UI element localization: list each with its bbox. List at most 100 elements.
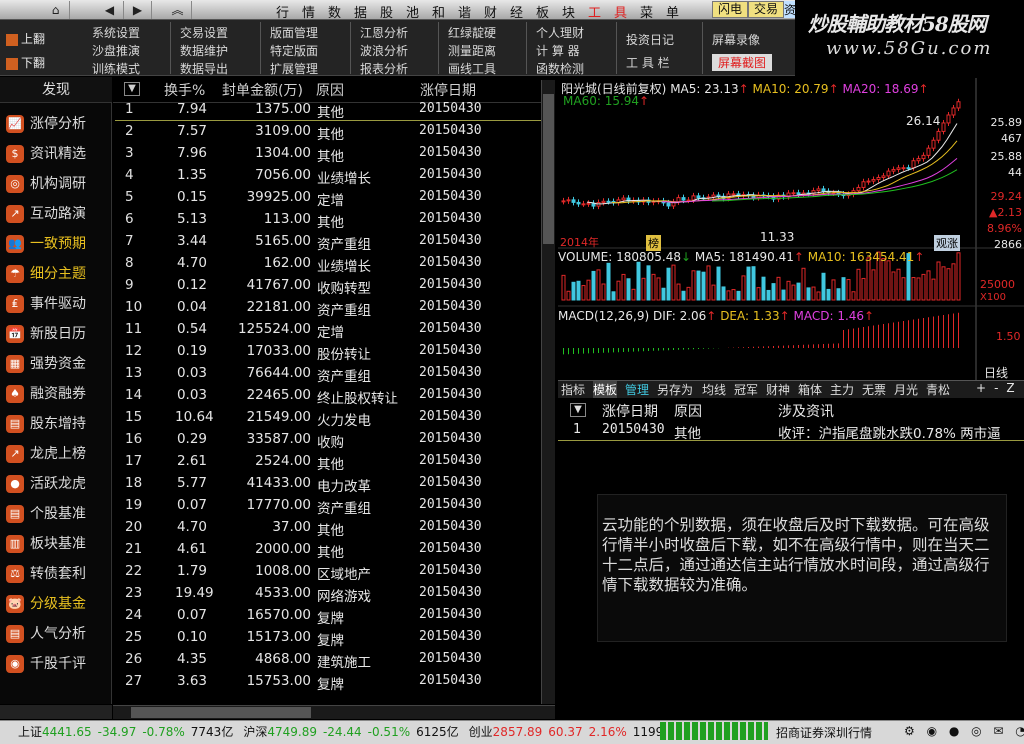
table-row[interactable]: 25 0.10 15173.00 复牌 20150430 xyxy=(115,627,541,649)
zoom-controls[interactable]: +-Z xyxy=(976,381,1023,395)
toolbar-col6-item-2[interactable]: 函数检测 xyxy=(536,60,584,77)
sidebar-item-line-chart[interactable]: ↗ 互动路演 xyxy=(6,200,110,228)
toolbar-col4-item-1[interactable]: 波浪分析 xyxy=(360,42,408,59)
toolbar-col1-item-1[interactable]: 沙盘推演 xyxy=(92,42,140,59)
toolbar-col5-item-1[interactable]: 测量距离 xyxy=(448,42,496,59)
sidebar-item-umbrella[interactable]: ☂ 细分主题 xyxy=(6,260,110,288)
table-row[interactable]: 16 0.29 33587.00 收购 20150430 xyxy=(115,429,541,451)
toolbar-col6-item-0[interactable]: 个人理财 xyxy=(536,24,584,41)
sidebar-item-folder[interactable]: ▤ 个股基准 xyxy=(6,500,110,528)
menu-char-12[interactable]: 工 xyxy=(588,2,602,21)
toolbar-col1-item-0[interactable]: 系统设置 xyxy=(92,24,140,41)
menu-char-10[interactable]: 板 xyxy=(536,2,550,21)
toolbar-col5-item-0[interactable]: 红绿靛硬 xyxy=(448,24,496,41)
sidebar-scrollbar[interactable] xyxy=(0,705,112,719)
sidebar-item-scale[interactable]: ⚖ 转债套利 xyxy=(6,560,110,588)
sort-toggle[interactable]: ▼ xyxy=(124,82,140,96)
sub-col-news[interactable]: 涉及资讯 xyxy=(778,401,834,421)
table-row[interactable]: 3 7.96 1304.00 其他 20150430 xyxy=(115,143,541,165)
collapse-icon[interactable]: ︽ xyxy=(164,1,192,19)
zoom-out-button[interactable]: - xyxy=(994,381,1006,395)
table-row[interactable]: 13 0.03 76644.00 资产重组 20150430 xyxy=(115,363,541,385)
sub-col-reason[interactable]: 原因 xyxy=(674,401,702,421)
sidebar-item-bag[interactable]: ₤ 事件驱动 xyxy=(6,290,110,318)
flash-button[interactable]: 闪电 xyxy=(712,1,748,18)
menu-char-13[interactable]: 具 xyxy=(614,2,628,21)
sidebar-header[interactable]: 发现 xyxy=(0,77,112,103)
table-row[interactable]: 6 5.13 113.00 其他 20150430 xyxy=(115,209,541,231)
chart-tab-2[interactable]: 管理 xyxy=(625,381,649,398)
page-up-button[interactable]: 上翻 xyxy=(6,30,45,47)
table-row[interactable]: 19 0.07 17770.00 资产重组 20150430 xyxy=(115,495,541,517)
sidebar-item-book[interactable]: ▤ 人气分析 xyxy=(6,620,110,648)
period-label[interactable]: 日线 xyxy=(984,364,1008,381)
table-row[interactable]: 24 0.07 16570.00 复牌 20150430 xyxy=(115,605,541,627)
tag-bang[interactable]: 榜 xyxy=(646,235,661,251)
page-down-button[interactable]: 下翻 xyxy=(6,54,45,71)
menu-char-9[interactable]: 经 xyxy=(510,2,524,21)
chart-tab-10[interactable]: 月光 xyxy=(894,381,918,398)
toolbar-col2-item-1[interactable]: 数据维护 xyxy=(180,42,228,59)
chart-tab-4[interactable]: 均线 xyxy=(702,381,726,398)
table-vertical-scrollbar[interactable] xyxy=(541,80,555,704)
menu-char-5[interactable]: 池 xyxy=(406,2,420,21)
sidebar-item-people[interactable]: 👥 一致预期 xyxy=(6,230,110,258)
table-row[interactable]: 11 0.54 125524.00 定增 20150430 xyxy=(115,319,541,341)
sidebar-item-handshake[interactable]: ♠ 融资融券 xyxy=(6,380,110,408)
toolbar-col3-item-2[interactable]: 扩展管理 xyxy=(270,60,318,77)
table-row[interactable]: 2 7.57 3109.00 其他 20150430 xyxy=(115,121,541,143)
sub-row-news[interactable]: 收评：沪指尾盘跳水跌0.78% 两市逼 xyxy=(778,422,1024,442)
table-row[interactable]: 23 19.49 4533.00 网络游戏 20150430 xyxy=(115,583,541,605)
chart-tab-0[interactable]: 指标 xyxy=(561,381,585,398)
toolbar-col6-item-1[interactable]: 计 算 器 xyxy=(536,42,580,59)
menu-char-8[interactable]: 财 xyxy=(484,2,498,21)
zoom-in-button[interactable]: + xyxy=(976,381,994,395)
toolbar-col1-item-2[interactable]: 训练模式 xyxy=(92,60,140,77)
toolbar-col3-item-1[interactable]: 特定版面 xyxy=(270,42,318,59)
tag-guanzhang[interactable]: 观涨 xyxy=(934,235,960,251)
toolbar-col7-item-0[interactable]: 投资日记 xyxy=(626,31,674,48)
toolbar-col3-item-0[interactable]: 版面管理 xyxy=(270,24,318,41)
chart-tab-5[interactable]: 冠军 xyxy=(734,381,758,398)
sidebar-item-blocks[interactable]: ▥ 板块基准 xyxy=(6,530,110,558)
menu-char-0[interactable]: 行 xyxy=(276,2,290,21)
toolbar-col4-item-2[interactable]: 报表分析 xyxy=(360,60,408,77)
chart-tab-7[interactable]: 箱体 xyxy=(798,381,822,398)
toolbar-col7-item-1[interactable]: 工 具 栏 xyxy=(626,54,670,71)
back-icon[interactable]: ◀ xyxy=(96,1,124,19)
toolbar-col8-item-0[interactable]: 屏幕录像 xyxy=(712,31,760,48)
menu-char-3[interactable]: 据 xyxy=(354,2,368,21)
toolbar-col4-item-0[interactable]: 江恩分析 xyxy=(360,24,408,41)
status-broker[interactable]: 招商证券深圳行情 xyxy=(776,724,872,741)
sidebar-item-globe[interactable]: ◉ 千股千评 xyxy=(6,650,110,678)
table-row[interactable]: 12 0.19 17033.00 股份转让 20150430 xyxy=(115,341,541,363)
toolbar-col8-item-1[interactable]: 屏幕截图 xyxy=(712,54,773,71)
chart-tab-1[interactable]: 模板 xyxy=(593,381,618,398)
col-amount[interactable]: 封单金额(万) xyxy=(222,80,303,100)
chart-tab-6[interactable]: 财神 xyxy=(766,381,790,398)
sidebar-item-target[interactable]: ◎ 机构调研 xyxy=(6,170,110,198)
table-row[interactable]: 17 2.61 2524.00 其他 20150430 xyxy=(115,451,541,473)
home-icon[interactable]: ⌂ xyxy=(42,1,70,19)
col-date[interactable]: 涨停日期 xyxy=(420,80,476,100)
table-row[interactable]: 21 4.61 2000.00 其他 20150430 xyxy=(115,539,541,561)
sidebar-item-document[interactable]: ▤ 股东增持 xyxy=(6,410,110,438)
sidebar-item-user[interactable]: ● 活跃龙虎 xyxy=(6,470,110,498)
sidebar-item-chart[interactable]: 📈 涨停分析 xyxy=(6,110,110,138)
menu-char-11[interactable]: 块 xyxy=(562,2,576,21)
toolbar-col5-item-2[interactable]: 画线工具 xyxy=(448,60,496,77)
status-tray-icons[interactable]: ⚙ ◉ ● ◎ ✉ ◔ ▣ xyxy=(904,724,1024,738)
col-turnover[interactable]: 换手% xyxy=(164,80,205,100)
chart-tab-11[interactable]: 青松 xyxy=(926,381,950,398)
sub-sort-toggle[interactable]: ▼ xyxy=(570,403,586,417)
menu-char-1[interactable]: 情 xyxy=(302,2,316,21)
table-row[interactable]: 18 5.77 41433.00 电力改革 20150430 xyxy=(115,473,541,495)
col-reason[interactable]: 原因 xyxy=(316,80,344,100)
zoom-reset-button[interactable]: Z xyxy=(1006,381,1022,395)
sidebar-item-calendar[interactable]: 📅 新股日历 xyxy=(6,320,110,348)
chart-tab-3[interactable]: 另存为 xyxy=(657,381,693,398)
toolbar-col2-item-0[interactable]: 交易设置 xyxy=(180,24,228,41)
table-row[interactable]: 26 4.35 4868.00 建筑施工 20150430 xyxy=(115,649,541,671)
table-horizontal-scrollbar[interactable] xyxy=(113,705,555,719)
table-row[interactable]: 15 10.64 21549.00 火力发电 20150430 xyxy=(115,407,541,429)
